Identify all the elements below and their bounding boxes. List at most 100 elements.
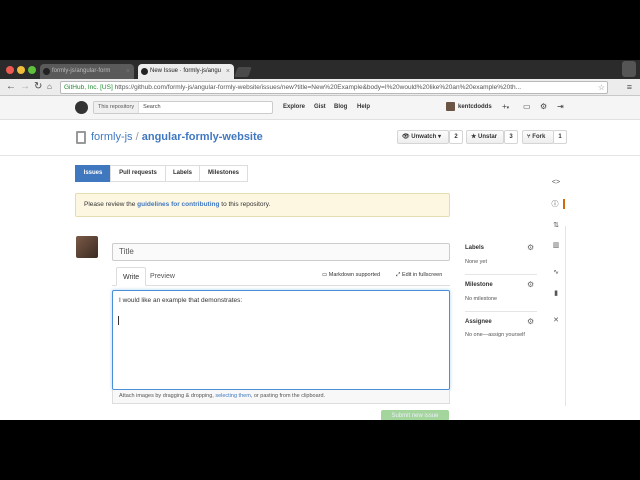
url-text: https://github.com/formly-js/angular-for… <box>114 84 522 91</box>
username-link[interactable]: kentcdodds <box>458 104 492 110</box>
sign-out-icon[interactable]: ⇥ <box>557 102 564 111</box>
select-files-link[interactable]: selecting them <box>215 393 250 399</box>
attach-images-bar[interactable]: Attach images by dragging & dropping, se… <box>112 390 450 404</box>
issue-body-text: I would like an example that demonstrate… <box>119 297 243 304</box>
unstar-button[interactable]: ★ Unstar <box>466 130 504 144</box>
header-divider <box>0 155 640 156</box>
site-search[interactable]: This repository Search <box>93 101 273 114</box>
tab-preview[interactable]: Preview <box>144 267 181 286</box>
fullscreen-link[interactable]: ⤢ Edit in fullscreen <box>396 272 442 279</box>
github-favicon-icon <box>43 68 50 75</box>
milestone-value: No milestone <box>465 296 498 302</box>
milestone-heading: Milestone <box>465 282 493 288</box>
repo-title: formly-js / angular-formly-website <box>91 131 263 143</box>
inbox-icon[interactable]: ▭ <box>523 102 531 111</box>
settings-tools-icon[interactable]: ✕ <box>547 316 565 324</box>
nav-gist[interactable]: Gist <box>314 104 326 110</box>
notice-text: Please review the <box>84 201 138 208</box>
labels-value: None yet <box>465 259 488 265</box>
sidebar-divider <box>465 274 537 275</box>
markdown-icon: ▭ <box>322 272 329 278</box>
fork-button[interactable]: ⑂ Fork <box>522 130 554 144</box>
search-scope: This repository <box>94 102 140 113</box>
fullscreen-label: Edit in fullscreen <box>401 272 443 278</box>
ev-lock-label: GitHub, Inc. [US] <box>64 84 113 91</box>
star-icon: ★ <box>471 134 479 140</box>
github-octocat-icon[interactable] <box>75 101 88 114</box>
graphs-icon[interactable]: ▮ <box>547 289 565 297</box>
issue-title-input[interactable]: Title <box>112 243 450 261</box>
user-avatar[interactable] <box>446 102 455 111</box>
pulse-icon[interactable]: ∿ <box>547 268 565 276</box>
subnav-issues[interactable]: Issues <box>75 165 111 182</box>
repo-owner-link[interactable]: formly-js <box>91 131 133 143</box>
gear-icon[interactable]: ⚙ <box>540 102 547 111</box>
close-tab-icon[interactable]: × <box>126 64 130 79</box>
back-arrow-icon[interactable]: ← <box>6 81 16 93</box>
eye-icon: 👁 <box>402 134 412 140</box>
browser-tab[interactable]: formly-js/angular-form × <box>40 64 134 79</box>
repo-name-link[interactable]: angular-formly-website <box>142 131 263 143</box>
home-icon[interactable]: ⌂ <box>47 81 52 93</box>
milestone-gear-icon[interactable]: ⚙ <box>527 280 534 289</box>
tab-write[interactable]: Write <box>116 267 147 286</box>
issues-icon[interactable]: ⓘ <box>547 199 565 209</box>
markdown-label: Markdown supported <box>328 272 381 278</box>
repo-separator: / <box>135 131 139 143</box>
bookmark-star-icon[interactable]: ☆ <box>598 82 605 93</box>
notice-text-end: to this repository. <box>219 201 271 208</box>
nav-explore[interactable]: Explore <box>283 104 305 110</box>
labels-gear-icon[interactable]: ⚙ <box>527 243 534 252</box>
markdown-supported-link[interactable]: ▭ Markdown supported <box>322 272 380 278</box>
video-letterbox-bottom <box>0 420 640 480</box>
code-icon[interactable]: <> <box>547 179 565 186</box>
repo-icon <box>76 131 86 144</box>
star-count[interactable]: 3 <box>504 130 518 144</box>
assignee-heading: Assignee <box>465 319 492 325</box>
unstar-label: Unstar <box>478 134 498 140</box>
create-new-icon[interactable]: +▾ <box>502 102 509 111</box>
attach-text-end: , or pasting from the clipboard. <box>250 393 326 399</box>
chevron-down-icon: ▾ <box>506 105 510 111</box>
tab-strip: formly-js/angular-form × New Issue · for… <box>0 60 640 79</box>
github-favicon-icon <box>141 68 148 75</box>
reload-icon[interactable]: ↻ <box>34 81 42 93</box>
text-caret <box>118 316 119 325</box>
search-input[interactable]: Search <box>139 104 160 110</box>
author-avatar <box>76 236 98 258</box>
minimize-window-button[interactable] <box>17 66 25 74</box>
chrome-menu-icon[interactable]: ≡ <box>627 82 632 92</box>
close-tab-icon[interactable]: × <box>226 64 230 79</box>
wiki-icon[interactable]: ▥ <box>547 241 565 249</box>
profile-avatar-icon[interactable] <box>622 61 636 77</box>
pull-request-icon[interactable]: ⇅ <box>547 221 565 229</box>
assignee-gear-icon[interactable]: ⚙ <box>527 317 534 326</box>
contributing-guidelines-link[interactable]: guidelines for contributing <box>137 201 219 208</box>
contributing-notice: Please review the guidelines for contrib… <box>75 193 450 217</box>
tab-label: New Issue · formly-js/angu <box>150 68 222 74</box>
browser-tab-active[interactable]: New Issue · formly-js/angu × <box>138 64 234 79</box>
video-letterbox-top <box>0 0 640 60</box>
github-header: This repository Search Explore Gist Blog … <box>0 96 640 120</box>
assignee-value[interactable]: No one—assign yourself <box>465 332 525 338</box>
zoom-window-button[interactable] <box>28 66 36 74</box>
watch-count[interactable]: 2 <box>449 130 463 144</box>
close-window-button[interactable] <box>6 66 14 74</box>
attach-text: Attach images by dragging & dropping, <box>119 393 216 399</box>
subnav-labels[interactable]: Labels <box>165 165 200 182</box>
address-bar[interactable]: GitHub, Inc. [US] https://github.com/for… <box>60 81 608 94</box>
subnav-pull-requests[interactable]: Pull requests <box>110 165 166 182</box>
issue-body-textarea[interactable]: I would like an example that demonstrate… <box>112 290 450 390</box>
subnav-milestones[interactable]: Milestones <box>199 165 248 182</box>
unwatch-button[interactable]: 👁 Unwatch ▾ <box>397 130 449 144</box>
repo-nav-border <box>565 226 566 406</box>
new-tab-button[interactable] <box>234 67 252 77</box>
nav-help[interactable]: Help <box>357 104 370 110</box>
browser-toolbar: ← → ↻ ⌂ GitHub, Inc. [US] https://github… <box>0 79 640 96</box>
forward-arrow-icon[interactable]: → <box>20 81 30 93</box>
nav-blog[interactable]: Blog <box>334 104 347 110</box>
sidebar-divider <box>465 311 537 312</box>
fork-count[interactable]: 1 <box>553 130 567 144</box>
fork-label: Fork <box>532 134 546 140</box>
submit-issue-button[interactable]: Submit new issue <box>381 410 449 420</box>
